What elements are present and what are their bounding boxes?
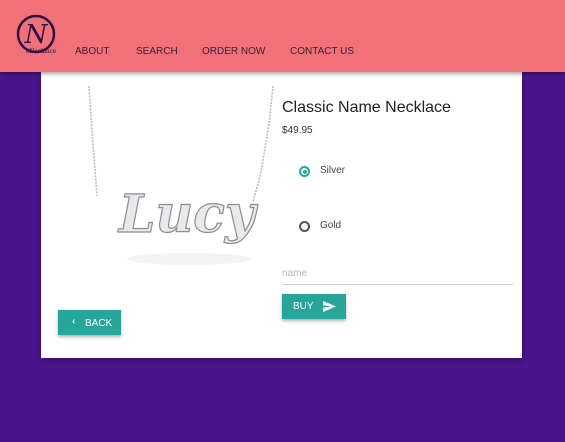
necklace-image: Lucy [88, 85, 274, 265]
nav-search[interactable]: SEARCH [136, 46, 178, 57]
back-button[interactable]: ‹ BACK [58, 310, 121, 335]
chevron-left-icon: ‹ [72, 316, 76, 327]
logo[interactable]: N oNecklace [10, 10, 66, 60]
option-silver-label: Silver [320, 165, 346, 176]
nav-about[interactable]: ABOUT [75, 46, 109, 57]
option-silver[interactable]: Silver [299, 164, 409, 180]
navbar: N oNecklace ABOUT SEARCH ORDER NOW CONTA… [0, 0, 565, 72]
logo-text: oNecklace [26, 48, 57, 55]
back-button-label: BACK [85, 318, 113, 329]
product-card: Lucy Classic Name Necklace $49.95 Silver… [41, 72, 522, 358]
send-icon [323, 301, 336, 312]
option-gold[interactable]: Gold [299, 219, 409, 235]
option-gold-label: Gold [320, 220, 342, 231]
name-input[interactable] [282, 263, 513, 285]
product-title: Classic Name Necklace [282, 99, 451, 116]
product-image: Lucy [85, 84, 285, 284]
buy-button[interactable]: BUY [282, 294, 346, 319]
nav-contact-us[interactable]: CONTACT US [290, 46, 354, 57]
necklace-name: Lucy [117, 184, 259, 245]
nav-order-now[interactable]: ORDER NOW [202, 46, 265, 57]
buy-button-label: BUY [293, 301, 314, 312]
logo-letter: N [24, 20, 49, 50]
product-price: $49.95 [282, 125, 313, 136]
radio-checked-icon[interactable] [299, 166, 310, 177]
radio-unchecked-icon[interactable] [299, 221, 310, 232]
